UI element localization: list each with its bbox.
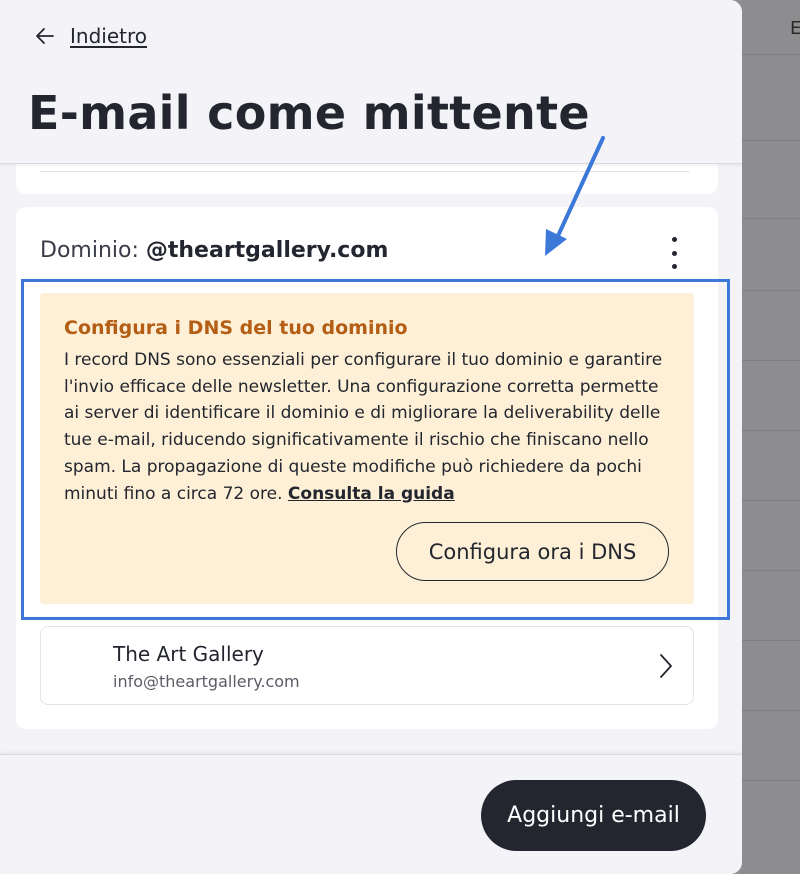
background-app: E (742, 0, 800, 874)
background-text: E (790, 18, 800, 39)
panel-header: Indietro E-mail come mittente (0, 0, 742, 164)
dns-notice-title: Configura i DNS del tuo dominio (64, 317, 408, 339)
sender-name: The Art Gallery (113, 642, 264, 666)
divider (742, 780, 800, 781)
dns-notice: Configura i DNS del tuo dominio I record… (40, 293, 694, 604)
configure-dns-button[interactable]: Configura ora i DNS (396, 522, 669, 581)
divider (742, 640, 800, 641)
domain-heading: Dominio: @theartgallery.com (40, 238, 388, 263)
back-label: Indietro (70, 24, 147, 48)
divider (742, 360, 800, 361)
divider (742, 500, 800, 501)
domain-value: @theartgallery.com (145, 238, 389, 263)
divider (742, 710, 800, 711)
panel-footer: Aggiungi e-mail (0, 754, 742, 874)
divider (742, 430, 800, 431)
divider (742, 570, 800, 571)
divider (742, 54, 800, 55)
page-title: E-mail come mittente (28, 86, 590, 140)
domain-label: Dominio: (40, 238, 139, 263)
dns-notice-body: I record DNS sono essenziali per configu… (64, 347, 670, 507)
sender-email-panel: Indietro E-mail come mittente Dominio: @… (0, 0, 742, 874)
divider (742, 218, 800, 219)
guide-link[interactable]: Consulta la guida (288, 484, 455, 504)
back-link[interactable]: Indietro (34, 24, 147, 48)
dns-notice-text: I record DNS sono essenziali per configu… (64, 350, 663, 504)
divider (742, 290, 800, 291)
kebab-menu-icon[interactable] (664, 237, 684, 269)
sender-row[interactable]: The Art Gallery info@theartgallery.com (40, 626, 694, 705)
chevron-right-icon (660, 654, 672, 678)
sender-email: info@theartgallery.com (113, 672, 300, 691)
arrow-left-icon (36, 28, 54, 44)
domain-card: Dominio: @theartgallery.com Configura i … (16, 207, 718, 729)
add-email-button[interactable]: Aggiungi e-mail (481, 780, 706, 851)
divider (742, 140, 800, 141)
divider (40, 171, 690, 172)
